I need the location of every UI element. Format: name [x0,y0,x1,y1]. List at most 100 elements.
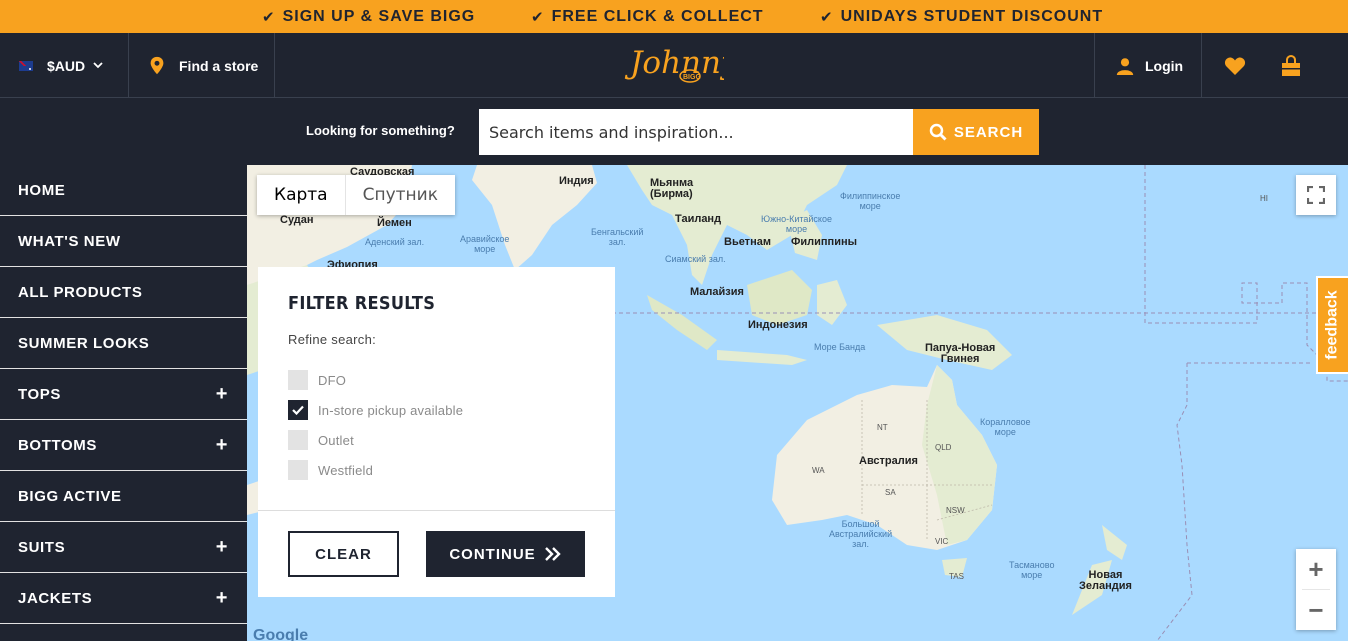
map-label: Филиппины [791,236,857,248]
map-label: SA [885,488,896,497]
expand-plus-icon[interactable]: + [216,383,228,406]
search-input[interactable] [479,109,913,155]
check-icon [292,405,304,415]
google-logo: Google [253,627,309,641]
promo-text: SIGN UP & SAVE BIGG [282,7,476,25]
nav-item-whats-new[interactable]: WHAT'S NEW [0,216,247,267]
nav-item-tops[interactable]: TOPS + [0,369,247,420]
header-divider [1094,33,1095,98]
map-label: Йемен [377,217,412,229]
location-pin-icon [150,56,164,74]
map-label: NT [877,423,888,432]
refine-label: Refine search: [288,332,377,347]
login-link[interactable]: Login [1116,33,1183,98]
checkbox[interactable] [288,460,308,480]
filter-option-label: In-store pickup available [318,402,464,418]
nav-item-home[interactable]: HOME [0,165,247,216]
map-label: QLD [935,443,952,452]
map-type-toggle: Карта Спутник [257,175,455,215]
nav-item-summer-looks[interactable]: SUMMER LOOKS [0,318,247,369]
check-icon: ✔ [531,8,545,26]
map-label: Индонезия [748,319,808,331]
map-label: Аравийское море [460,234,510,254]
shopping-bag-icon [1282,54,1300,76]
wishlist-button[interactable] [1224,33,1246,98]
map-label: Вьетнам [724,236,771,248]
map-label: Море Банда [814,342,866,352]
search-icon [929,123,947,141]
cart-button[interactable] [1280,33,1302,98]
map-label: Малайзия [690,286,744,298]
map-label: Бенгальский зал. [591,227,644,247]
filter-option-outlet[interactable]: Outlet [288,430,354,450]
fullscreen-icon [1307,186,1325,204]
checkbox[interactable] [288,430,308,450]
promo-bar: ✔ SIGN UP & SAVE BIGG ✔ FREE CLICK & COL… [0,0,1348,33]
feedback-tab[interactable]: feedback [1316,276,1348,374]
logo-sub: BIGG [683,74,701,81]
continue-label: CONTINUE [449,545,536,563]
logo-text: Johnny [624,45,724,81]
map-label: Тасманово море [1009,560,1055,580]
map-tab-map[interactable]: Карта [257,175,346,215]
map-label: TAS [949,572,964,581]
clear-button[interactable]: CLEAR [288,531,399,577]
map-label: Таиланд [675,213,722,225]
header-divider [128,33,129,98]
site-header: $AUD Find a store Johnny BIGG Login [0,33,1348,98]
filter-panel: FILTER RESULTS Refine search: DFO In-sto… [258,267,615,597]
currency-selector[interactable]: $AUD [19,33,103,98]
map-tab-satellite[interactable]: Спутник [346,175,455,215]
fullscreen-button[interactable] [1296,175,1336,215]
map-label: HI [1260,194,1268,203]
nav-label: ALL PRODUCTS [18,283,143,301]
promo-text: FREE CLICK & COLLECT [551,7,764,25]
filter-option-label: Westfield [318,462,374,478]
filter-divider [258,510,615,511]
find-store-link[interactable]: Find a store [148,33,258,98]
zoom-in-button[interactable]: + [1296,549,1336,589]
filter-option-westfield[interactable]: Westfield [288,460,373,480]
nav-label: BOTTOMS [18,436,97,454]
nav-item-suits[interactable]: SUITS + [0,522,247,573]
checkbox-checked[interactable] [288,400,308,420]
expand-plus-icon[interactable]: + [216,587,228,610]
category-sidebar: HOME WHAT'S NEW ALL PRODUCTS SUMMER LOOK… [0,165,247,641]
nav-label: SUITS [18,538,66,556]
promo-item[interactable]: ✔ FREE CLICK & COLLECT [531,0,764,33]
map-label: Австралия [859,455,918,467]
nav-item-bigg-active[interactable]: BIGG ACTIVE [0,471,247,522]
map-label: VIC [935,537,949,546]
map-label: Индия [559,175,594,187]
heart-icon [1224,57,1246,75]
zoom-control: + − [1296,549,1336,630]
promo-item[interactable]: ✔ SIGN UP & SAVE BIGG [262,0,475,33]
filter-option-label: Outlet [318,432,354,448]
map-label: Мьянма (Бирма) [650,177,694,200]
nav-label: WHAT'S NEW [18,232,121,250]
search-button[interactable]: SEARCH [913,109,1039,155]
expand-plus-icon[interactable]: + [216,536,228,559]
nav-item-all-products[interactable]: ALL PRODUCTS [0,267,247,318]
checkbox[interactable] [288,370,308,390]
australia-flag-icon [19,60,33,71]
johnny-bigg-logo[interactable]: Johnny BIGG [624,37,724,95]
nav-label: SUMMER LOOKS [18,334,150,352]
zoom-out-button[interactable]: − [1296,590,1336,630]
filter-option-dfo[interactable]: DFO [288,370,346,390]
nav-label: JACKETS [18,589,93,607]
map-label: Сиамский зал. [665,254,726,264]
filter-option-instore-pickup[interactable]: In-store pickup available [288,400,463,420]
promo-item[interactable]: ✔ UNIDAYS STUDENT DISCOUNT [820,0,1103,33]
nav-item-bottoms[interactable]: BOTTOMS + [0,420,247,471]
map-label: Судан [280,214,314,226]
header-divider [274,33,275,98]
continue-button[interactable]: CONTINUE [426,531,585,577]
nav-label: BIGG ACTIVE [18,487,122,505]
expand-plus-icon[interactable]: + [216,434,228,457]
nav-item-jackets[interactable]: JACKETS + [0,573,247,624]
check-icon: ✔ [820,8,834,26]
chevron-down-icon [93,60,103,72]
login-label: Login [1145,57,1184,74]
map-label: Большой Австралийский зал. [829,519,893,549]
